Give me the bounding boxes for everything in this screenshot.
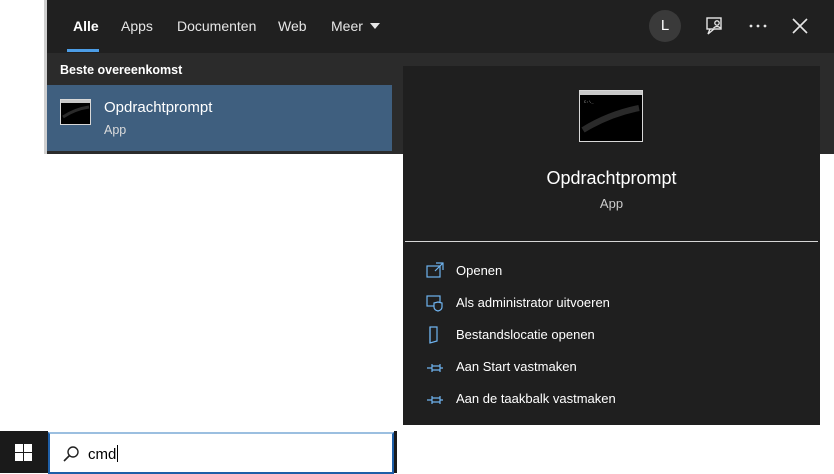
result-opdrachtprompt[interactable]: Opdrachtprompt App [47,85,392,151]
file-location-icon [429,326,438,344]
text-cursor [117,445,119,462]
active-tab-indicator [67,49,99,52]
action-label: Aan Start vastmaken [456,359,577,374]
result-subtitle: App [104,123,127,137]
action-label: Aan de taakbalk vastmaken [456,391,616,406]
tab-apps[interactable]: Apps [121,18,153,34]
pin-icon [427,396,443,404]
svg-text:C:\_: C:\_ [584,100,594,105]
preview-subtitle: App [599,196,624,211]
best-match-heading: Beste overeenkomst [60,63,183,77]
search-icon [63,446,79,462]
command-prompt-icon: C:\_ [579,90,643,142]
action-open[interactable]: Openen [425,260,805,282]
chevron-down-icon [369,23,380,29]
start-button[interactable] [0,431,48,473]
open-icon [426,262,444,278]
search-input[interactable]: cmd [48,432,394,474]
close-icon[interactable] [789,15,811,37]
action-pin-to-taskbar[interactable]: Aan de taakbalk vastmaken [425,388,805,410]
search-tabs-bar: Alle Apps Documenten Web Meer L [47,0,834,53]
divider [405,241,818,242]
result-title: Opdrachtprompt [104,99,213,116]
preview-panel: C:\_ Opdrachtprompt App Openen Als admin… [403,66,820,425]
action-label: Openen [456,263,503,278]
action-pin-to-start[interactable]: Aan Start vastmaken [425,356,805,378]
windows-logo-icon [15,444,32,461]
tab-web[interactable]: Web [278,18,307,34]
taskbar-divider [394,431,397,473]
results-list: Beste overeenkomst Opdrachtprompt App [47,53,392,154]
action-label: Bestandslocatie openen [456,327,595,342]
feedback-icon[interactable] [704,15,726,37]
tab-documenten[interactable]: Documenten [177,18,256,34]
shield-icon [426,295,443,312]
avatar[interactable]: L [649,10,681,42]
preview-title: Opdrachtprompt [546,168,677,188]
tab-meer[interactable]: Meer [331,18,380,34]
pin-icon [427,364,443,372]
action-open-file-location[interactable]: Bestandslocatie openen [425,324,805,346]
search-input-value: cmd [88,446,117,463]
more-options-icon[interactable] [747,15,769,37]
action-label: Als administrator uitvoeren [456,295,610,310]
tab-meer-label: Meer [331,18,363,34]
tab-alle[interactable]: Alle [73,18,99,34]
action-run-as-admin[interactable]: Als administrator uitvoeren [425,292,805,314]
command-prompt-icon [60,99,91,125]
